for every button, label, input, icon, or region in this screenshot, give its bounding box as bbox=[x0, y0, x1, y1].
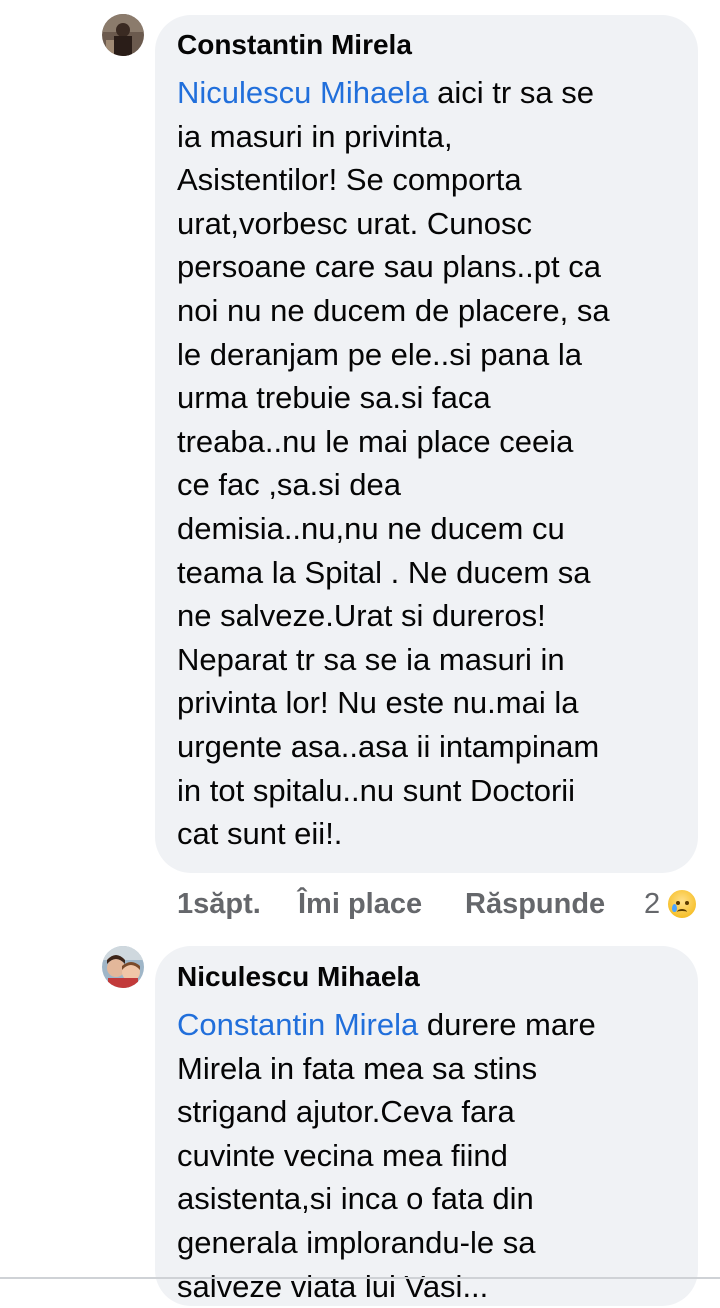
comment-text: Niculescu Mihaela aici tr sa se ia masur… bbox=[177, 71, 610, 856]
comment-line: asistenta,si inca o fata din bbox=[177, 1181, 534, 1217]
comment-line: urat,vorbesc urat. Cunosc bbox=[177, 205, 532, 241]
mention-link[interactable]: Niculescu Mihaela bbox=[177, 75, 429, 110]
comment-line: teama la Spital . Ne ducem sa bbox=[177, 554, 591, 590]
comment-line: Neparat tr sa se ia masuri in bbox=[177, 641, 565, 677]
avatar-niculescu-mihaela[interactable] bbox=[102, 946, 144, 988]
comment-line: generala implorandu-le sa bbox=[177, 1224, 536, 1260]
comment-actions: 1săpt. Îmi place Răspunde 2 bbox=[0, 884, 720, 926]
avatar-photo bbox=[102, 946, 144, 988]
comment-line: demisia..nu,nu ne ducem cu bbox=[177, 510, 565, 546]
comment-line: urgente asa..asa ii intampinam bbox=[177, 728, 600, 764]
comment-line: cuvinte vecina mea fiind bbox=[177, 1137, 508, 1173]
mention-link[interactable]: Constantin Mirela bbox=[177, 1007, 418, 1042]
sad-face-icon[interactable] bbox=[666, 888, 698, 920]
comment-first-line: Constantin Mirela durere mare bbox=[177, 1007, 596, 1042]
avatar-photo bbox=[102, 14, 144, 56]
comment-line: le deranjam pe ele..si pana la bbox=[177, 336, 582, 372]
comment-line: cat sunt eii!. bbox=[177, 816, 343, 852]
bottom-divider bbox=[0, 1277, 720, 1279]
comment-line: salveze viata lui Vasi... bbox=[177, 1268, 489, 1304]
reply-button[interactable]: Răspunde bbox=[465, 884, 605, 924]
comment-line: Mirela in fata mea sa stins bbox=[177, 1050, 538, 1086]
comment-text: Constantin Mirela durere mare Mirela in … bbox=[177, 1003, 596, 1308]
comment-author[interactable]: Niculescu Mihaela bbox=[177, 960, 420, 994]
comment-line: noi nu ne ducem de placere, sa bbox=[177, 292, 610, 328]
comment-line: persoane care sau plans..pt ca bbox=[177, 249, 601, 285]
comment-line: strigand ajutor.Ceva fara bbox=[177, 1094, 515, 1130]
comment-line: ia masuri in privinta, bbox=[177, 118, 453, 154]
comment-line: in tot spitalu..nu sunt Doctorii bbox=[177, 772, 576, 808]
comment-line: treaba..nu le mai place ceeia bbox=[177, 423, 574, 459]
comment-line: Asistentilor! Se comporta bbox=[177, 162, 522, 198]
comment-line: privinta lor! Nu este nu.mai la bbox=[177, 685, 579, 721]
comment-first-line: Niculescu Mihaela aici tr sa se bbox=[177, 75, 594, 110]
comment-author[interactable]: Constantin Mirela bbox=[177, 28, 412, 62]
comment-line: ne salveze.Urat si dureros! bbox=[177, 598, 546, 634]
comment-timestamp[interactable]: 1săpt. bbox=[177, 884, 261, 924]
reaction-count[interactable]: 2 bbox=[644, 884, 660, 924]
comment-line: ce fac ,sa.si dea bbox=[177, 467, 402, 503]
comment-line: urma trebuie sa.si faca bbox=[177, 380, 491, 416]
like-button[interactable]: Îmi place bbox=[298, 884, 422, 924]
avatar-constantin-mirela[interactable] bbox=[102, 14, 144, 56]
